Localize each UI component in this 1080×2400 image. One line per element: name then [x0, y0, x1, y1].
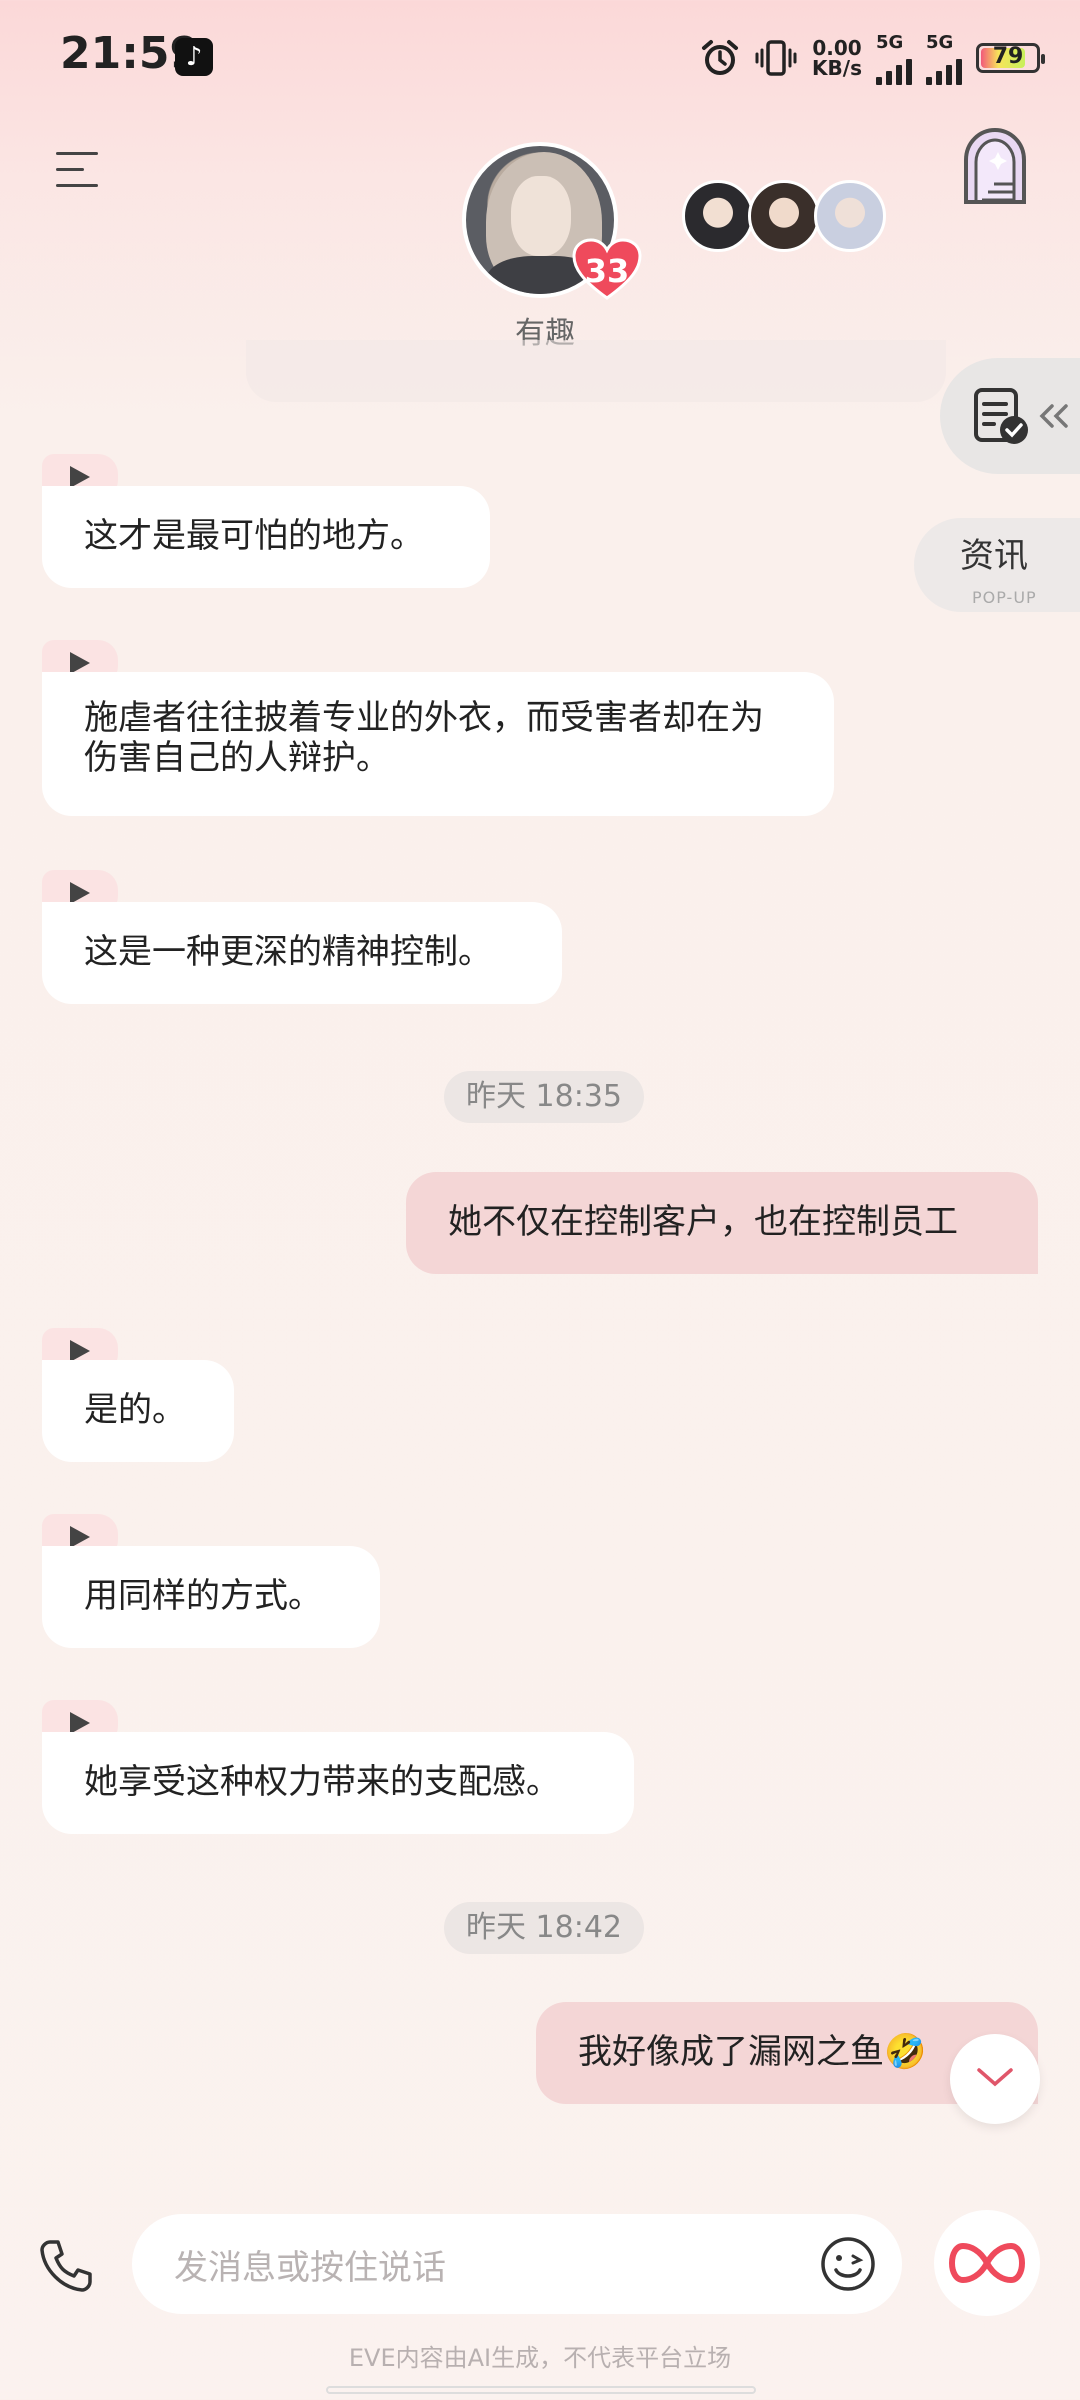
infinity-button[interactable] — [934, 2210, 1040, 2316]
bot-message: 是的。 — [42, 1360, 234, 1462]
message-text: 这是一种更深的精神控制。 — [84, 932, 492, 972]
emoji-icon[interactable] — [820, 2236, 876, 2292]
scroll-to-bottom-button[interactable] — [950, 2034, 1040, 2124]
news-sub-label: POP-UP — [972, 588, 1037, 607]
net-speed-unit: KB/s — [812, 56, 862, 80]
bot-message: 这才是最可怕的地方。 — [42, 486, 490, 588]
message-input-placeholder: 发消息或按住说话 — [174, 2248, 446, 2288]
bot-message: 她享受这种权力带来的支配感。 — [42, 1732, 634, 1834]
checklist-side-button[interactable] — [940, 358, 1080, 474]
infinity-icon — [948, 2242, 1026, 2284]
signal-5g-1: 5G — [876, 32, 912, 85]
tiktok-icon: ♪ — [175, 38, 213, 76]
chevron-down-icon — [977, 2068, 1013, 2087]
bot-message: 这是一种更深的精神控制。 — [42, 902, 562, 1004]
alarm-icon — [702, 40, 739, 75]
home-indicator[interactable] — [326, 2386, 756, 2394]
footer-disclaimer: EVE内容由AI生成，不代表平台立场 — [348, 2344, 732, 2372]
user-message: 她不仅在控制客户，也在控制员工 — [406, 1172, 1038, 1274]
vibrate-icon — [755, 40, 797, 76]
phone-icon[interactable] — [36, 2236, 96, 2296]
message-text: 她不仅在控制客户，也在控制员工 — [448, 1202, 958, 1242]
signal-bars-icon — [876, 55, 912, 85]
signal-label-2: 5G — [926, 31, 954, 53]
news-label: 资讯 — [960, 536, 1028, 576]
message-text: 用同样的方式。 — [84, 1576, 322, 1616]
companion-avatar-1[interactable] — [682, 180, 754, 252]
bot-message: 施虐者往往披着专业的外衣，而受害者却在为伤害自己的人辩护。 — [42, 672, 834, 816]
companion-avatar-2[interactable] — [748, 180, 820, 252]
checklist-icon — [974, 388, 1028, 444]
net-speed-value: 0.00 — [812, 36, 862, 60]
timestamp: 昨天 18:42 — [444, 1902, 644, 1954]
collapse-arrows-icon — [1039, 404, 1068, 428]
message-text: 是的。 — [84, 1390, 186, 1430]
net-speed: 0.00 KB/s — [812, 38, 862, 78]
companion-avatar-3[interactable] — [814, 180, 886, 252]
heart-count: 33 — [584, 252, 630, 290]
status-indicators: 0.00 KB/s 5G 5G 79 — [700, 30, 1045, 86]
message-text: 我好像成了漏网之鱼🤣 — [578, 2032, 927, 2072]
signal-5g-2: 5G — [926, 32, 962, 85]
door-portal-icon[interactable] — [958, 126, 1032, 206]
message-text: 这才是最可怕的地方。 — [84, 516, 424, 556]
menu-icon[interactable] — [56, 152, 100, 188]
timestamp: 昨天 18:35 — [444, 1071, 644, 1123]
message-text: 她享受这种权力带来的支配感。 — [84, 1762, 560, 1802]
signal-bars-icon — [926, 55, 962, 85]
bot-message: 用同样的方式。 — [42, 1546, 380, 1648]
message-text: 施虐者往往披着专业的外衣，而受害者却在为伤害自己的人辩护。 — [84, 698, 764, 778]
battery-level: 79 — [992, 44, 1024, 69]
battery-icon: 79 — [976, 43, 1045, 73]
signal-label-1: 5G — [876, 31, 904, 53]
affection-badge: 33 — [572, 238, 642, 302]
faded-message-bubble — [246, 340, 946, 402]
